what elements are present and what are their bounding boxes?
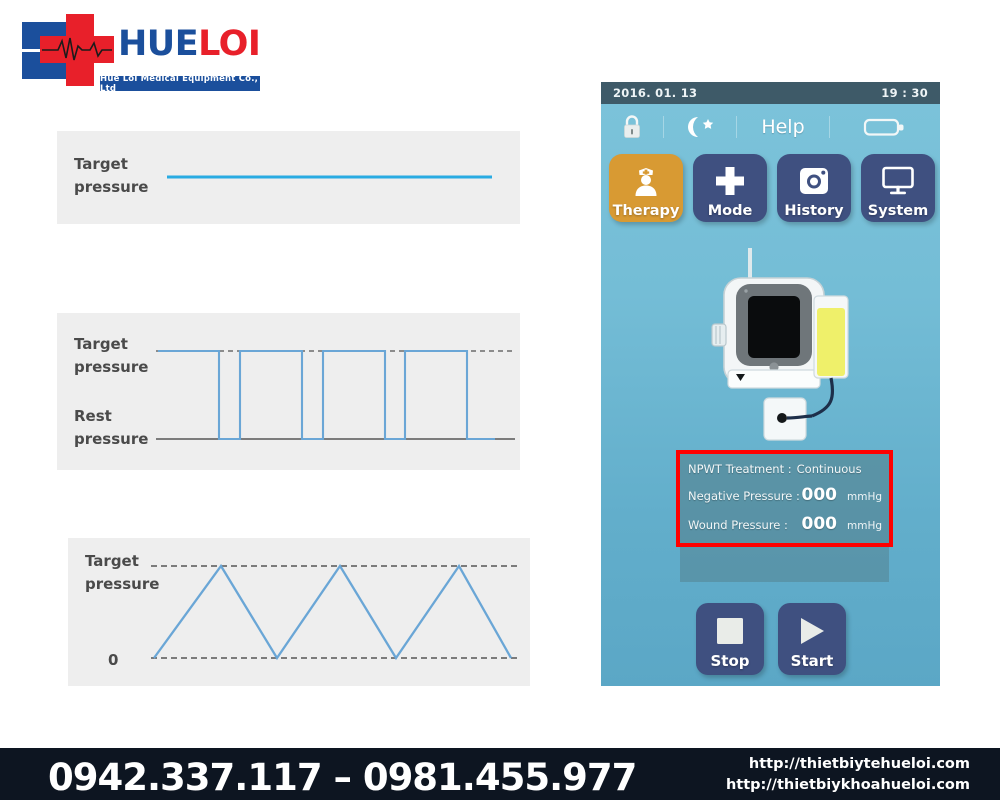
info-row-wound-pressure: Wound Pressure : 000 mmHg <box>688 514 883 534</box>
stop-button[interactable]: Stop <box>696 603 764 675</box>
chart1-plot <box>167 175 492 179</box>
footer-phone-numbers: 0942.337.117 – 0981.455.977 <box>48 756 637 799</box>
info-unit-negative-pressure: mmHg <box>847 491 883 503</box>
help-button[interactable]: Help <box>737 104 829 150</box>
footer-url-2[interactable]: http://thietbiykhoahueloi.com <box>726 775 970 796</box>
logo-loi-text: LOI <box>198 24 261 64</box>
device-toolbar: Help <box>601 104 940 150</box>
nurse-icon <box>609 163 683 199</box>
info-panel-extension <box>680 547 889 582</box>
info-key-treatment: NPWT Treatment : <box>688 462 792 476</box>
start-label: Start <box>790 652 834 670</box>
nav-label-history: History <box>784 203 844 219</box>
nav-button-therapy[interactable]: Therapy <box>609 154 683 222</box>
nav-label-therapy: Therapy <box>612 203 680 219</box>
lock-button[interactable] <box>601 104 663 150</box>
chart-panel-intermittent: Target pressure Rest pressure <box>57 313 520 470</box>
info-value-treatment: Continuous <box>796 462 862 476</box>
chart2-plot <box>156 349 515 441</box>
camera-icon <box>777 163 851 199</box>
info-key-negative-pressure: Negative Pressure : <box>688 489 800 503</box>
ecg-heartbeat-icon <box>42 37 112 61</box>
device-control-row: Stop Start <box>696 603 846 675</box>
night-mode-icon <box>688 117 714 137</box>
info-value-wound-pressure: 000 <box>801 514 838 534</box>
battery-icon <box>863 118 904 136</box>
stop-square-icon <box>696 613 764 649</box>
info-row-negative-pressure: Negative Pressure : 000 mmHg <box>688 485 883 505</box>
chart-panel-continuous: Target pressure <box>57 131 520 224</box>
info-unit-wound-pressure: mmHg <box>847 520 883 532</box>
logo-wordmark: HUELOI <box>118 24 261 64</box>
chart-panel-cyclic: Target pressure 0 <box>68 538 530 686</box>
nav-button-history[interactable]: History <box>777 154 851 222</box>
chart3-plot <box>151 563 518 661</box>
npwt-pump-illustration <box>711 248 849 441</box>
device-status-bar: 2016. 01. 13 19 : 30 <box>601 82 940 104</box>
plus-icon <box>693 163 767 199</box>
logo-tagline: Hue Loi Medical Equipment Co., Ltd <box>100 73 260 94</box>
nav-label-mode: Mode <box>707 203 753 219</box>
start-button[interactable]: Start <box>778 603 846 675</box>
info-value-negative-pressure: 000 <box>801 485 838 505</box>
device-nav-row: Therapy Mode History System <box>609 154 935 222</box>
treatment-info-panel: NPWT Treatment : Continuous Negative Pre… <box>676 450 893 547</box>
night-mode-button[interactable] <box>664 104 736 150</box>
monitor-icon <box>861 163 935 199</box>
lock-icon <box>624 115 640 138</box>
nav-label-system: System <box>867 203 929 219</box>
logo-hue-text: HUE <box>118 24 199 64</box>
help-label: Help <box>761 116 805 138</box>
info-row-treatment: NPWT Treatment : Continuous <box>688 462 883 476</box>
info-key-wound-pressure: Wound Pressure : <box>688 518 788 532</box>
nav-button-mode[interactable]: Mode <box>693 154 767 222</box>
company-logo: HUELOI Hue Loi Medical Equipment Co., Lt… <box>22 14 262 94</box>
status-time: 19 : 30 <box>881 86 928 100</box>
footer-urls: http://thietbiytehueloi.com http://thiet… <box>726 754 970 796</box>
status-date: 2016. 01. 13 <box>613 86 698 100</box>
footer-url-1[interactable]: http://thietbiytehueloi.com <box>726 754 970 775</box>
nav-button-system[interactable]: System <box>861 154 935 222</box>
stop-label: Stop <box>710 652 750 670</box>
page-root: HUELOI Hue Loi Medical Equipment Co., Lt… <box>0 0 1000 800</box>
battery-indicator[interactable] <box>830 104 940 150</box>
play-triangle-icon <box>778 613 846 649</box>
